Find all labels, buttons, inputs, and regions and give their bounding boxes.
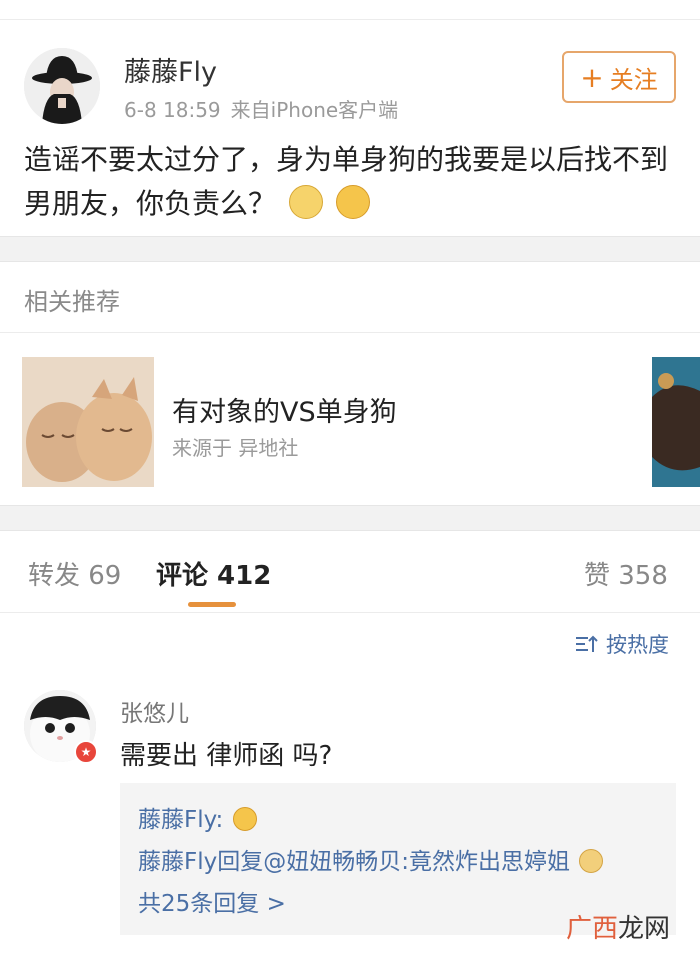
sad-emoji-icon: [579, 849, 604, 873]
post-username[interactable]: 藤藤Fly: [124, 50, 217, 89]
post-source: 来自iPhone客户端: [230, 98, 399, 122]
reply-item[interactable]: 藤藤Fly回复@妞妞畅畅贝:竟然炸出思婷姐: [138, 841, 658, 883]
reply-item[interactable]: 藤藤Fly:: [138, 799, 658, 841]
thinking-emoji-icon: [288, 185, 323, 219]
watermark-part2: 龙网: [618, 914, 671, 944]
section-gap: [0, 236, 700, 262]
weibo-post: 藤藤Fly 6-8 18:59 来自iPhone客户端 + 关注 造谣不要太过分了…: [0, 20, 700, 236]
user-avatar[interactable]: [24, 48, 100, 124]
reply-text: 藤藤Fly回复@妞妞畅畅贝:竟然炸出思婷姐: [138, 849, 570, 875]
post-timestamp: 6-8 18:59: [124, 98, 221, 122]
follow-label: 关注: [609, 65, 658, 94]
tab-likes[interactable]: 赞 358: [584, 555, 668, 592]
watermark: 广西龙网: [566, 908, 670, 945]
recommend-headline[interactable]: 有对象的VS单身狗: [172, 390, 397, 429]
comment-text: 需要出 律师函 吗?: [120, 741, 333, 771]
recommend-section-title: 相关推荐: [24, 288, 120, 316]
active-tab-indicator: [188, 602, 236, 607]
tab-comments[interactable]: 评论 412: [156, 555, 271, 592]
sort-by-hot-button[interactable]: 按热度: [576, 629, 669, 659]
sort-label: 按热度: [606, 633, 669, 657]
post-text: 造谣不要太过分了，身为单身狗的我要是以后找不到男朋友，你负责么？: [24, 138, 684, 226]
laugh-cry-emoji-icon: [232, 807, 257, 831]
laugh-cry-emoji-icon: [335, 185, 370, 219]
divider: [0, 332, 700, 333]
commenter-name[interactable]: 张悠儿: [120, 694, 189, 728]
verified-badge-icon: ★: [74, 740, 98, 764]
recommend-thumbnail[interactable]: [22, 357, 154, 487]
tab-repost[interactable]: 转发 69: [28, 555, 121, 592]
divider: [0, 612, 700, 613]
post-meta: 6-8 18:59 来自iPhone客户端: [124, 94, 398, 123]
follow-button[interactable]: + 关注: [562, 51, 676, 103]
top-strip: [0, 0, 700, 20]
reply-text: 藤藤Fly:: [138, 807, 224, 833]
section-gap: [0, 505, 700, 531]
watermark-part1: 广西: [566, 914, 619, 944]
recommend-thumbnail-next[interactable]: [652, 357, 700, 487]
recommend-source: 来源于 异地社: [172, 436, 299, 460]
plus-icon: +: [580, 60, 604, 94]
sort-icon: [576, 635, 598, 652]
